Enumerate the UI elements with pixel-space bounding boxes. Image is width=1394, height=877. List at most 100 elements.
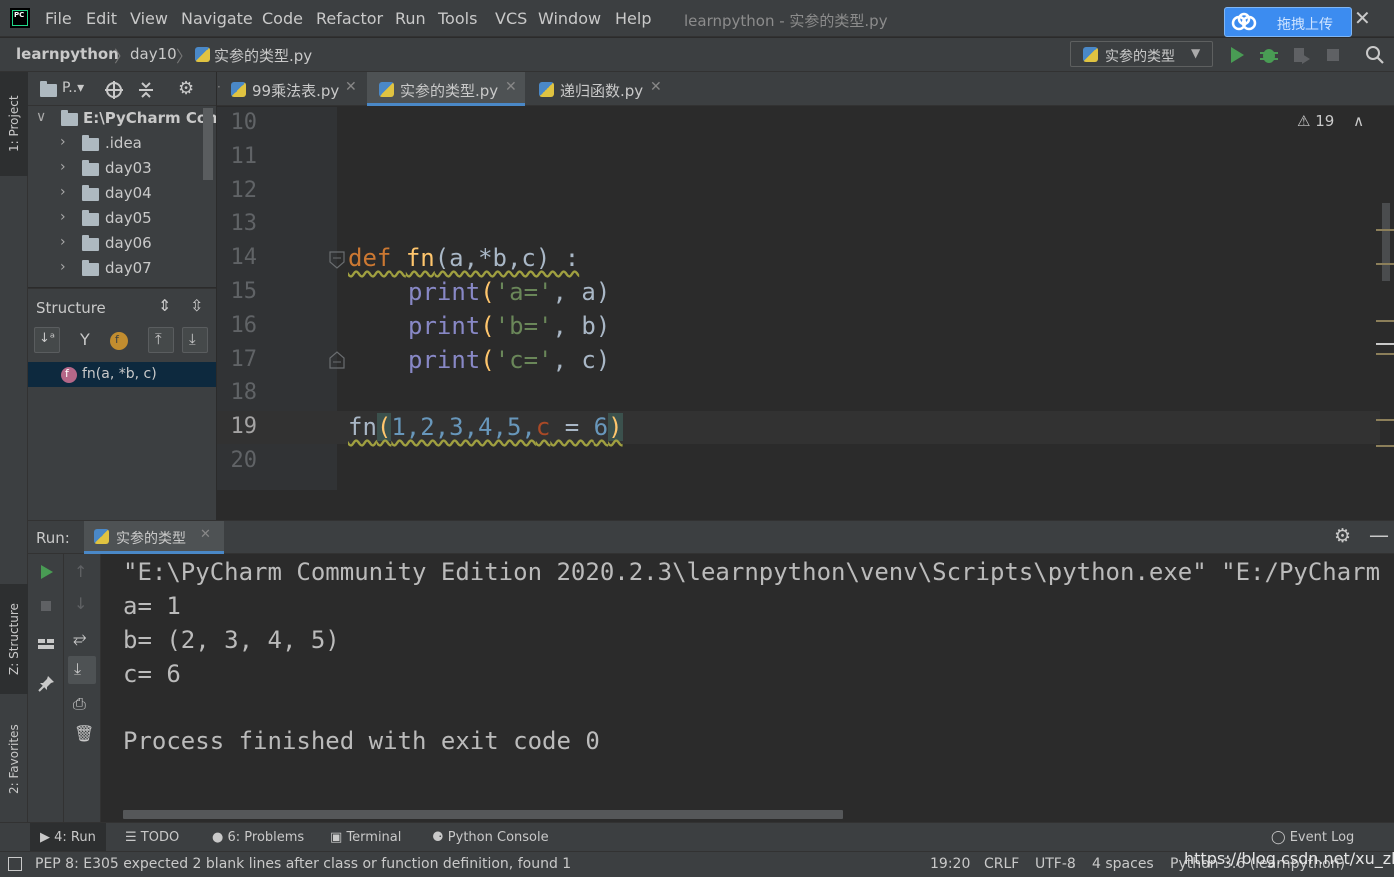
tab-scroll-icon: · bbox=[217, 80, 221, 94]
warning-marker[interactable] bbox=[1376, 263, 1394, 265]
project-toolbar: P..▾ ⚙ bbox=[28, 72, 216, 106]
autoscroll-to-source-button[interactable]: ⤒ bbox=[148, 327, 174, 353]
close-icon[interactable]: ✕ bbox=[1354, 6, 1371, 30]
autoscroll-from-source-button[interactable]: ⤓ bbox=[182, 327, 208, 353]
soft-wrap-icon[interactable]: ⥂ bbox=[73, 628, 87, 648]
folder-icon bbox=[82, 210, 99, 226]
warning-marker[interactable] bbox=[1376, 320, 1394, 322]
collapse-all-icon[interactable]: ⇳ bbox=[190, 296, 203, 315]
tree-row-day06[interactable]: › day06 bbox=[28, 232, 216, 257]
project-tool-tab[interactable]: 1: Project bbox=[0, 72, 28, 176]
pin-icon[interactable] bbox=[36, 674, 56, 694]
trash-icon[interactable]: 🗑 bbox=[74, 724, 94, 743]
close-icon[interactable]: ✕ bbox=[505, 79, 517, 95]
tree-row-day04[interactable]: › day04 bbox=[28, 182, 216, 207]
run-icon[interactable] bbox=[1226, 44, 1248, 66]
menu-code[interactable]: Code bbox=[262, 9, 303, 28]
hierarchy-icon[interactable]: Y bbox=[80, 330, 90, 349]
project-view-select[interactable]: P..▾ bbox=[62, 80, 84, 96]
indent-setting[interactable]: 4 spaces bbox=[1092, 856, 1154, 872]
close-icon[interactable]: ✕ bbox=[200, 527, 211, 542]
run-console[interactable]: "E:\PyCharm Community Edition 2020.2.3\l… bbox=[101, 554, 1394, 822]
chevron-right-icon: › bbox=[60, 209, 66, 225]
menu-help[interactable]: Help bbox=[615, 9, 651, 28]
editor-scrollbar[interactable] bbox=[1376, 107, 1394, 520]
scrollbar-thumb[interactable] bbox=[1382, 203, 1390, 281]
menu-window[interactable]: Window bbox=[538, 9, 601, 28]
print-icon[interactable]: ⎙ bbox=[73, 694, 86, 714]
breadcrumb-folder[interactable]: day10 bbox=[130, 45, 177, 63]
structure-item-fn[interactable]: f fn(a, *b, c) bbox=[28, 362, 216, 387]
toggle-tool-windows-icon[interactable] bbox=[8, 857, 22, 871]
menu-navigate[interactable]: Navigate bbox=[181, 9, 253, 28]
tree-row-day07[interactable]: › day07 bbox=[28, 257, 216, 282]
file-encoding[interactable]: UTF-8 bbox=[1035, 856, 1076, 872]
tool-python-console[interactable]: ⚈ Python Console bbox=[432, 830, 549, 845]
tree-row-idea[interactable]: › .idea bbox=[28, 132, 216, 157]
project-scrollbar[interactable] bbox=[203, 108, 213, 180]
stop-icon[interactable] bbox=[36, 596, 56, 616]
debug-icon[interactable] bbox=[1258, 44, 1280, 66]
menu-refactor[interactable]: Refactor bbox=[316, 9, 383, 28]
run-configuration-select[interactable]: 实参的类型 ▼ bbox=[1070, 41, 1213, 67]
menu-tools[interactable]: Tools bbox=[438, 9, 477, 28]
tool-terminal[interactable]: ▣ Terminal bbox=[330, 830, 401, 845]
tool-event-log[interactable]: ◯ Event Log bbox=[1271, 830, 1354, 845]
tool-run[interactable]: ▶ 4: Run bbox=[30, 823, 106, 852]
breadcrumb-file[interactable]: 实参的类型.py bbox=[214, 45, 312, 66]
menu-run[interactable]: Run bbox=[395, 9, 426, 28]
minimize-icon[interactable]: — bbox=[1369, 523, 1389, 547]
close-icon[interactable]: ✕ bbox=[650, 79, 662, 95]
console-scrollbar[interactable] bbox=[123, 810, 843, 819]
gear-icon[interactable]: ⚙ bbox=[1334, 525, 1351, 547]
layout-icon[interactable] bbox=[36, 634, 56, 654]
tool-todo[interactable]: ☰ TODO bbox=[125, 830, 179, 845]
warning-marker[interactable] bbox=[1376, 229, 1394, 231]
line-number: 11 bbox=[230, 144, 258, 169]
line-separator[interactable]: CRLF bbox=[984, 856, 1019, 872]
menu-vcs[interactable]: VCS bbox=[495, 9, 527, 28]
expand-all-icon[interactable]: ⇕ bbox=[158, 296, 171, 315]
stop-icon[interactable] bbox=[1322, 44, 1344, 66]
menu-file[interactable]: File bbox=[45, 9, 72, 28]
sort-alpha-button[interactable]: ↓ᵃ bbox=[34, 327, 60, 353]
caret-position[interactable]: 19:20 bbox=[930, 856, 970, 872]
rerun-icon[interactable] bbox=[36, 562, 56, 582]
run-tab[interactable]: 实参的类型 ✕ bbox=[84, 521, 224, 554]
chevron-right-icon: › bbox=[60, 259, 66, 275]
close-icon[interactable]: ✕ bbox=[345, 79, 357, 95]
locate-icon[interactable] bbox=[104, 80, 124, 100]
menu-edit[interactable]: Edit bbox=[86, 9, 117, 28]
tree-row-day05[interactable]: › day05 bbox=[28, 207, 216, 232]
fold-end-icon[interactable] bbox=[328, 350, 346, 370]
chevron-right-icon: › bbox=[60, 134, 66, 150]
show-fields-icon[interactable]: f bbox=[110, 332, 128, 350]
collapse-all-icon[interactable] bbox=[136, 80, 156, 100]
fold-icon[interactable] bbox=[328, 250, 346, 270]
arrow-up-icon[interactable]: ↑ bbox=[74, 562, 87, 581]
tab-recursive-function[interactable]: 递归函数.py ✕ bbox=[529, 72, 669, 106]
favorites-tool-tab[interactable]: 2: Favorites bbox=[0, 704, 28, 814]
warning-marker[interactable] bbox=[1376, 419, 1394, 421]
tab-argument-types[interactable]: 实参的类型.py ✕ bbox=[367, 72, 525, 106]
tree-row-root[interactable]: ∨ E:\PyCharm Comm bbox=[28, 107, 216, 132]
tree-row-day03[interactable]: › day03 bbox=[28, 157, 216, 182]
breadcrumb-project[interactable]: learnpython bbox=[16, 45, 119, 63]
tool-problems[interactable]: ● 6: Problems bbox=[212, 830, 304, 845]
coverage-icon[interactable] bbox=[1290, 44, 1312, 66]
inspection-widget[interactable]: ⚠ 19 ∧ ∨ bbox=[1297, 112, 1392, 130]
arrow-down-icon[interactable]: ↓ bbox=[74, 594, 87, 613]
structure-panel: Structure ⇕ ⇳ ↓ᵃ Y f ⤒ ⤓ f fn(a, *b, c) bbox=[28, 288, 216, 520]
menu-view[interactable]: View bbox=[130, 9, 168, 28]
warning-marker[interactable] bbox=[1376, 353, 1394, 355]
gear-icon[interactable]: ⚙ bbox=[178, 78, 194, 99]
upload-button[interactable]: 拖拽上传 bbox=[1224, 7, 1352, 37]
search-icon[interactable] bbox=[1364, 44, 1386, 66]
structure-tool-tab[interactable]: Z: Structure bbox=[0, 584, 28, 694]
scroll-to-end-button[interactable]: ⤓ bbox=[68, 656, 96, 684]
tab-99-multiplication[interactable]: 99乘法表.py ✕ bbox=[225, 72, 365, 106]
tool-window-bar: ▶ 4: Run ☰ TODO ● 6: Problems ▣ Terminal… bbox=[0, 822, 1394, 852]
status-message[interactable]: PEP 8: E305 expected 2 blank lines after… bbox=[35, 856, 571, 872]
chevron-up-icon[interactable]: ∧ bbox=[1353, 112, 1364, 130]
warning-marker[interactable] bbox=[1376, 445, 1394, 447]
